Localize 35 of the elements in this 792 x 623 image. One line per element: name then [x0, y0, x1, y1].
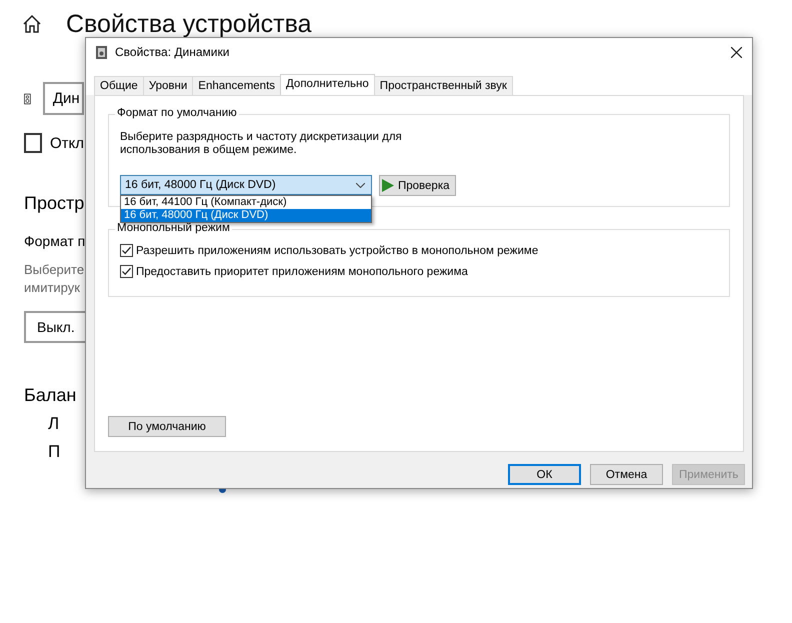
format-dropdown[interactable]: 16 бит, 48000 Гц (Диск DVD) [120, 175, 372, 195]
section-heading: Простр [24, 193, 84, 214]
description-text: Выберите разрядность и частоту дискретизации для использования в общем режиме. [120, 131, 403, 157]
chevron-down-icon [356, 182, 365, 188]
speaker-icon [96, 46, 107, 58]
dialog-title: Свойства: Динамики [115, 45, 230, 59]
page-title: Свойства устройства [66, 10, 312, 38]
dialog-button[interactable]: Отмена [590, 464, 663, 485]
channel-label: П [48, 442, 62, 462]
format-label: Формат п [24, 233, 84, 249]
dropdown-option[interactable]: 16 бит, 48000 Гц (Диск DVD) [121, 209, 371, 222]
close-icon[interactable] [731, 46, 742, 58]
disable-checkbox[interactable] [24, 133, 42, 153]
home-icon[interactable] [22, 14, 42, 34]
tab[interactable]: Enhancements [192, 76, 282, 95]
dialog-button[interactable]: ОК [508, 464, 581, 485]
checkbox-label: Предоставить приоритет приложениям монопольного режима [136, 266, 468, 278]
channel-label: Л [48, 414, 60, 434]
checkbox[interactable] [120, 265, 133, 278]
test-button[interactable]: Проверка [379, 175, 456, 196]
checkbox-label: Разрешить приложениям использовать устройство в монопольном режиме [136, 244, 538, 256]
tab[interactable]: Пространственный звук [374, 76, 513, 95]
description-text: Выберите имитирук [24, 261, 84, 297]
dropdown-option[interactable]: 16 бит, 44100 Гц (Компакт-диск) [121, 196, 371, 209]
disable-label: Откл [50, 134, 84, 152]
checkbox[interactable] [120, 244, 133, 257]
tab[interactable]: Уровни [142, 76, 194, 95]
group-heading: Монопольный режим [115, 222, 232, 234]
tab[interactable]: Дополнительно [280, 74, 375, 95]
restore-defaults-button[interactable]: По умолчанию [108, 416, 226, 437]
group-heading: Формат по умолчанию [115, 107, 239, 119]
play-icon [382, 179, 394, 192]
tab[interactable]: Общие [94, 76, 144, 95]
section-heading: Балан [24, 385, 78, 406]
device-dropdown[interactable]: Дин [42, 82, 84, 115]
